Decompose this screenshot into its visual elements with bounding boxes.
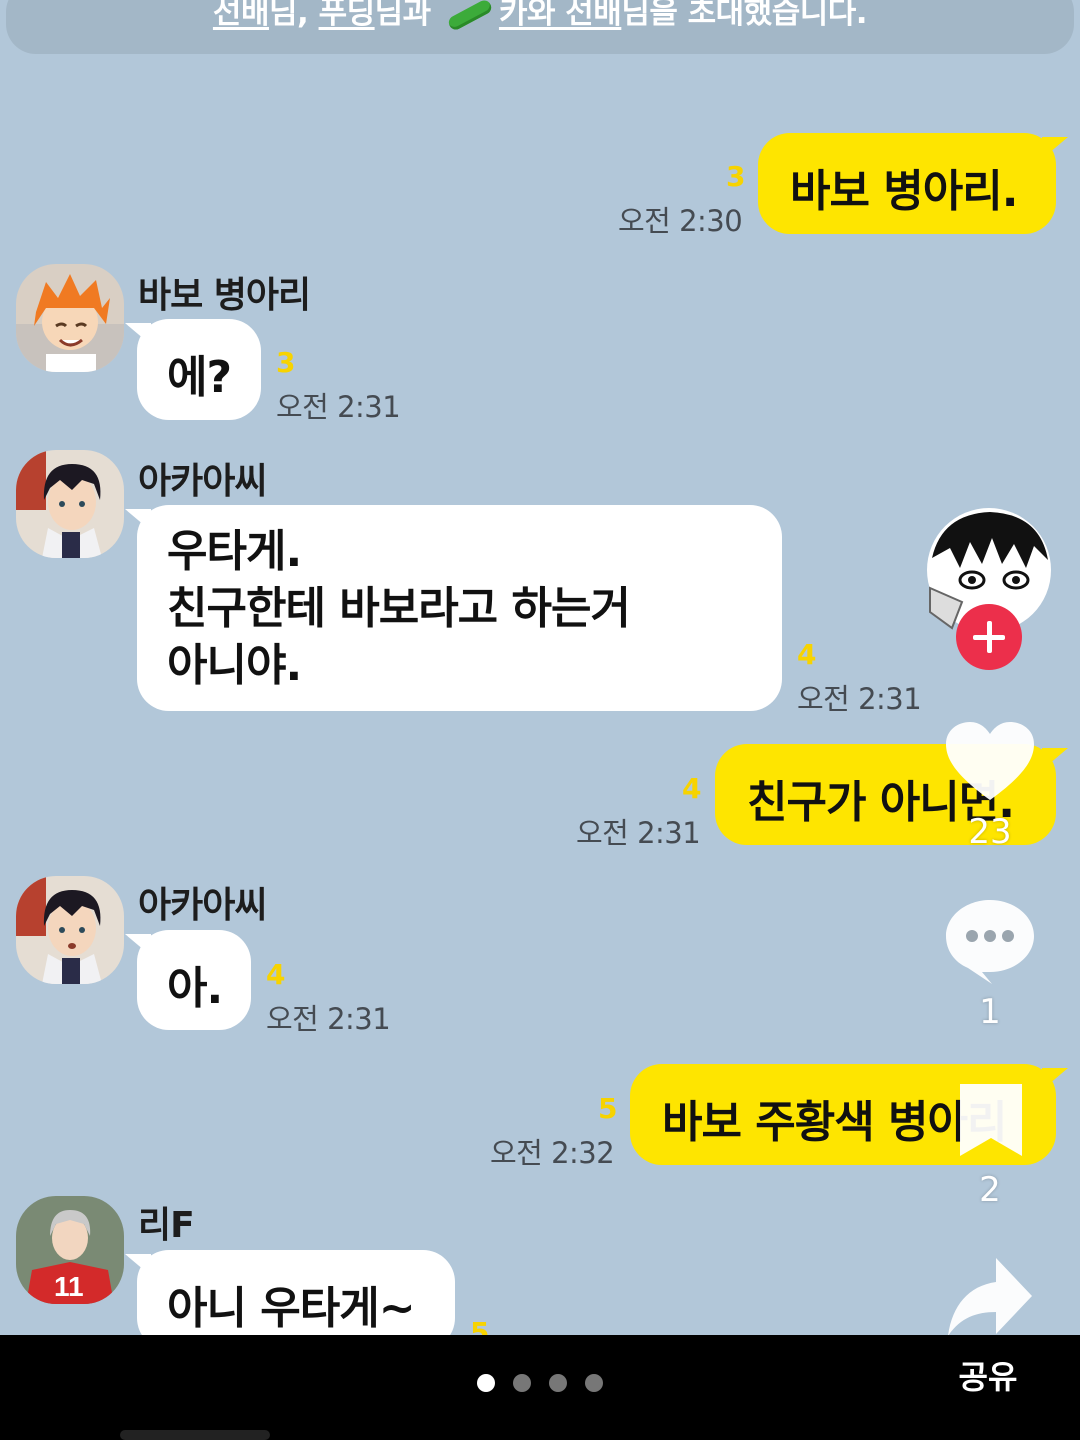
sender-name: 아카아씨 [138,461,267,502]
message-time: 오전 2:30 [618,204,743,238]
like-button[interactable] [944,720,1036,804]
message-time: 오전 2:31 [576,816,701,850]
unread-count: 3 [276,346,296,379]
bookmark-icon [960,1084,1022,1156]
story-viewer: { "notice": { "before": "선배님, ", "part2"… [0,0,1080,1440]
bubble-tail [125,1254,151,1276]
message-time: 오전 2:31 [797,682,922,716]
message-time: 오전 2:32 [490,1136,615,1170]
bubble-tail [125,509,151,531]
comment-button[interactable] [944,898,1036,984]
my-message-bubble[interactable]: 바보 병아리. [758,133,1068,234]
bubble-tail [125,323,151,345]
message-text: 에? [167,352,232,403]
message-text: 우타게. 친구한테 바보라고 하는거 아니야. [167,523,631,694]
bookmark-button[interactable] [958,1082,1024,1158]
sender-name: 바보 병아리 [138,275,311,316]
bubble-tail [1042,748,1068,770]
bubble-tail [1042,1068,1068,1090]
bubble-tail [1042,137,1068,159]
comment-count: 1 [979,992,1001,1032]
page-indicator-dot[interactable] [585,1374,603,1392]
message-time: 오전 2:31 [266,1002,391,1036]
story-bottom-bar [0,1335,1080,1440]
follow-button[interactable] [956,604,1022,670]
system-notice: 선배님, 푸딩님과 카와 선배님을 초대했습니다. [6,0,1074,54]
plus-icon-bar [973,635,1005,640]
page-indicator-dot[interactable] [549,1374,567,1392]
other-message-bubble[interactable]: 에? [125,319,261,420]
message-text: 아니 우타게~ [167,1283,416,1334]
notice-invitee-3[interactable]: 카와 선배 [499,0,622,31]
avatar-akaashi[interactable] [16,450,124,558]
other-message-bubble[interactable]: 아. [125,930,251,1030]
avatar-lev[interactable]: 11 [16,1196,124,1304]
sender-name: 아카아씨 [138,885,267,926]
share-label[interactable]: 공유 [948,1352,1028,1398]
other-message-bubble[interactable]: 우타게. 친구한테 바보라고 하는거 아니야. [125,505,782,711]
unread-count: 4 [266,958,286,991]
sender-name: 리F [138,1205,195,1246]
cucumber-icon [446,0,494,32]
notice-comma: 님, [268,0,319,31]
avatar-image [16,876,124,984]
unread-count: 5 [470,1316,490,1335]
page-indicator-dot[interactable] [477,1374,495,1392]
avatar-akaashi[interactable] [16,876,124,984]
avatar-image [16,450,124,558]
share-button[interactable] [946,1256,1034,1335]
message-text: 바보 병아리. [790,166,1018,217]
message-line: 우타게. [167,526,302,577]
notice-and: 님과 [374,0,441,31]
share-arrow-icon [948,1258,1032,1335]
system-notice-text: 선배님, 푸딩님과 카와 선배님을 초대했습니다. [6,0,1074,32]
unread-count: 5 [598,1092,618,1125]
unread-count: 4 [797,638,817,671]
message-line: 아니야. [167,640,302,691]
notice-invited: 님을 초대했습니다. [621,0,868,31]
unread-count: 3 [726,160,746,193]
other-message-bubble[interactable]: 아니 우타게~ [125,1250,455,1335]
heart-icon [946,722,1034,800]
avatar-image: 11 [16,1196,124,1304]
comment-icon [946,900,1034,984]
home-indicator [120,1430,270,1440]
notice-invitee-1[interactable]: 선배 [213,0,270,31]
chat-area: 선배님, 푸딩님과 카와 선배님을 초대했습니다. 3 오전 2:30 바보 병… [0,0,1080,1335]
creator-profile-button[interactable] [922,508,1056,670]
avatar-hinata[interactable] [16,264,124,372]
unread-count: 4 [682,772,702,805]
svg-text:11: 11 [54,1271,84,1302]
page-indicator-dot[interactable] [513,1374,531,1392]
bubble-tail [125,934,151,956]
message-line: 친구한테 바보라고 하는거 [167,583,631,634]
message-text: 바보 주황색 병아리 [662,1097,1007,1148]
message-time: 오전 2:31 [276,390,401,424]
message-text: 아. [167,963,223,1014]
bookmark-count: 2 [979,1170,1001,1210]
notice-invitee-2[interactable]: 푸딩 [319,0,376,31]
avatar-image [16,264,124,372]
like-count: 23 [968,812,1012,852]
